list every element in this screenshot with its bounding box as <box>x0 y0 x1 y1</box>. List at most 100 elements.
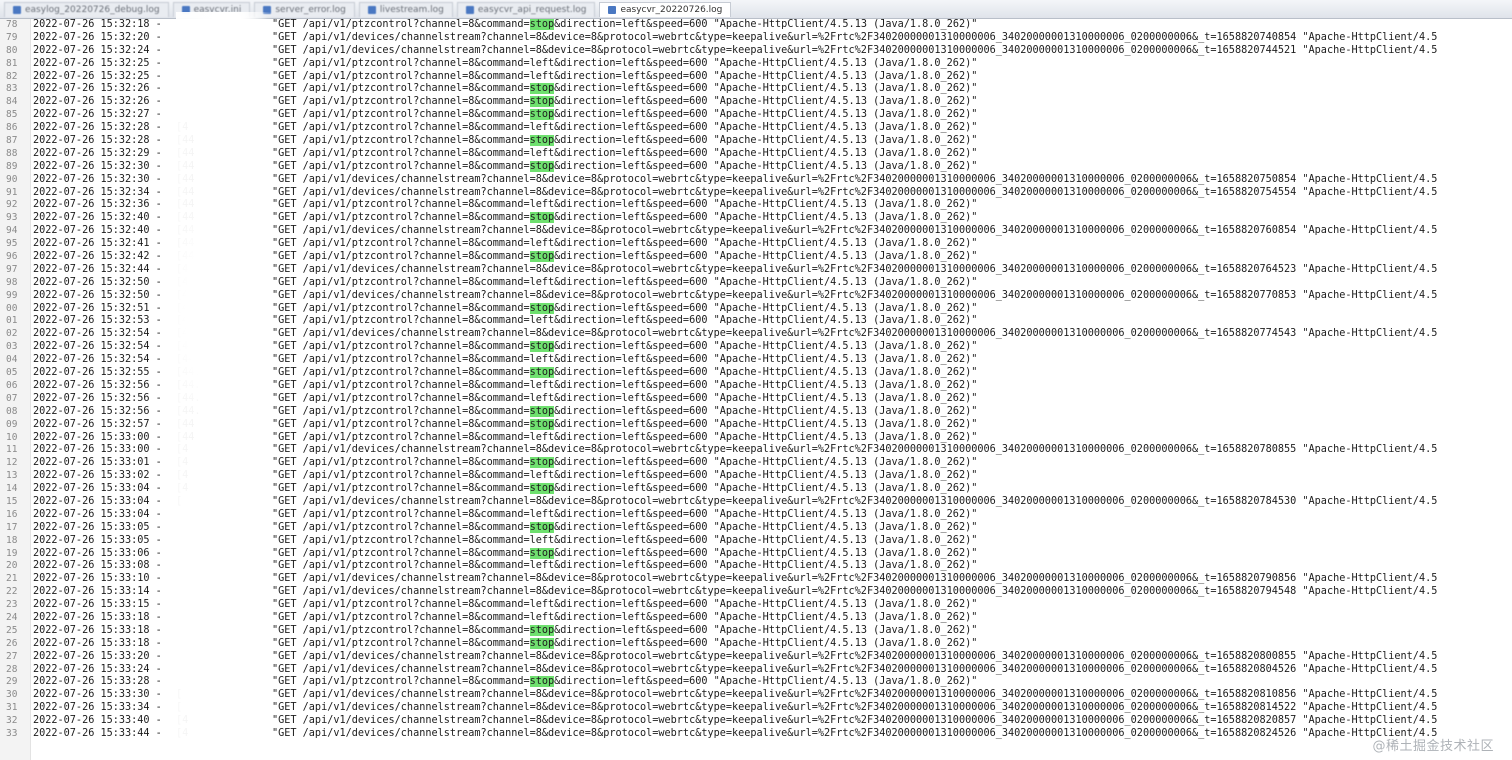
log-line[interactable]: 81 2022-07-26 15:32:25 - "GET /api/v1/ptzc… <box>0 58 1512 71</box>
log-line[interactable]: 15 2022-07-26 15:33:04 - ["GET /api/v1/dev… <box>0 496 1512 509</box>
request-text: "GET /api/v1/devices/channelstream?chann… <box>272 663 1438 675</box>
log-line[interactable]: 16 2022-07-26 15:33:04 - "GET /api/v1/ptzc… <box>0 509 1512 522</box>
log-request: "GET /api/v1/ptzcontrol?channel=8&comman… <box>272 393 977 406</box>
log-line[interactable]: 14 2022-07-26 15:33:04 - [4 "GET /api/v1/pt… <box>0 483 1512 496</box>
search-highlight: stop <box>529 109 555 121</box>
log-line[interactable]: 33 2022-07-26 15:33:44 - [4 "GET /api/v1/de… <box>0 728 1512 741</box>
log-line[interactable]: 13 2022-07-26 15:33:02 - [4 "GET /api/v1/pt… <box>0 470 1512 483</box>
log-line[interactable]: 05 2022-07-26 15:32:55 - [44. "GET /api/v1/… <box>0 367 1512 380</box>
log-line[interactable]: 24 2022-07-26 15:33:18 - "GET /api/v1/ptzc… <box>0 612 1512 625</box>
log-timestamp: 2022-07-26 15:32:50 - <box>33 289 162 301</box>
log-line[interactable]: 06 2022-07-26 15:32:56 - [44. "GET /api/v1/… <box>0 380 1512 393</box>
tab-1[interactable]: easycvr.ini <box>172 1 251 17</box>
search-highlight: stop <box>529 135 555 147</box>
watermark: @稀土掘金技术社区 <box>1372 739 1494 754</box>
log-line[interactable]: 94 2022-07-26 15:32:40 - [44 "GET /api/v1/d… <box>0 225 1512 238</box>
log-line[interactable]: 02 2022-07-26 15:32:54 - [4 "GET /api/v1/de… <box>0 328 1512 341</box>
log-line[interactable]: 88 2022-07-26 15:32:29 - [44 "GET /api/v1/p… <box>0 148 1512 161</box>
request-text-rest: &direction=left&speed=600 "Apache-HttpCl… <box>554 96 978 108</box>
line-number: 93 <box>6 212 18 224</box>
file-icon <box>465 5 474 14</box>
log-line[interactable]: 86 2022-07-26 15:32:28 - [4 "GET /api/v1/pt… <box>0 122 1512 135</box>
log-line[interactable]: 30 2022-07-26 15:33:30 - ["GET /api/v1/dev… <box>0 689 1512 702</box>
log-line[interactable]: 07 2022-07-26 15:32:56 - [44. "GET /api/v1/… <box>0 393 1512 406</box>
search-highlight: stop <box>529 251 555 263</box>
request-text: "GET /api/v1/devices/channelstream?chann… <box>272 328 1438 340</box>
log-line[interactable]: 78 2022-07-26 15:32:18 - "GET /api/v1/ptzc… <box>0 19 1512 32</box>
request-text: "GET /api/v1/ptzcontrol?channel=8&comman… <box>272 624 530 636</box>
search-highlight: stop <box>529 418 555 430</box>
log-request: "GET /api/v1/ptzcontrol?channel=8&comman… <box>272 457 977 470</box>
log-line[interactable]: 00 2022-07-26 15:32:51 - [4 "GET /api/v1/pt… <box>0 302 1512 316</box>
log-line[interactable]: 18 2022-07-26 15:33:05 - "GET /api/v1/ptzc… <box>0 535 1512 548</box>
log-line[interactable]: 12 2022-07-26 15:33:01 - [4 "GET /api/v1/pt… <box>0 457 1512 470</box>
request-text-rest: &direction=left&speed=600 "Apache-HttpCl… <box>554 676 978 688</box>
request-text: "GET /api/v1/devices/channelstream?chann… <box>272 44 1438 56</box>
log-line[interactable]: 82 2022-07-26 15:32:25 - "GET /api/v1/ptzc… <box>0 71 1512 84</box>
log-client-ip: [44 <box>176 418 195 430</box>
log-line[interactable]: 11 2022-07-26 15:33:00 - [4 "GET /api/v1/de… <box>0 444 1512 457</box>
log-request: "GET /api/v1/ptzcontrol?channel=8&comman… <box>272 418 977 432</box>
log-line[interactable]: 93 2022-07-26 15:32:40 - [44 "GET /api/v1/p… <box>0 212 1512 225</box>
tab-3[interactable]: livestream.log <box>358 1 453 17</box>
log-line[interactable]: 26 2022-07-26 15:33:18 - "GET /api/v1/ptzc… <box>0 637 1512 651</box>
log-line[interactable]: 85 2022-07-26 15:32:27 - "GET /api/v1/ptzc… <box>0 109 1512 122</box>
log-request: "GET /api/v1/ptzcontrol?channel=8&comman… <box>272 612 977 625</box>
log-line[interactable]: 92 2022-07-26 15:32:36 - [44 "GET /api/v1/p… <box>0 199 1512 212</box>
log-line[interactable]: 80 2022-07-26 15:32:24 - "GET /api/v1/devi… <box>0 45 1512 58</box>
line-number: 31 <box>6 702 18 714</box>
log-line[interactable]: 84 2022-07-26 15:32:26 - "GET /api/v1/ptzc… <box>0 96 1512 109</box>
line-number: 83 <box>6 83 18 95</box>
log-line[interactable]: 96 2022-07-26 15:32:42 - [44 "GET /api/v1/p… <box>0 251 1512 264</box>
log-timestamp: 2022-07-26 15:32:18 - <box>33 19 162 30</box>
log-client-ip: [4 <box>176 444 189 456</box>
log-line[interactable]: 99 2022-07-26 15:32:50 - [4 "GET /api/v1/de… <box>0 290 1512 303</box>
line-number: 04 <box>6 354 18 366</box>
log-line[interactable]: 19 2022-07-26 15:33:06 - "GET /api/v1/ptzc… <box>0 547 1512 561</box>
log-line[interactable]: 32 2022-07-26 15:33:40 - [4 "GET /api/v1/de… <box>0 715 1512 728</box>
log-line[interactable]: 03 2022-07-26 15:32:54 - [44. "GET /api/v1/… <box>0 341 1512 354</box>
tab-5-active[interactable]: easycvr_20220726.log <box>599 1 732 17</box>
search-highlight: stop <box>529 521 555 533</box>
log-line[interactable]: 87 2022-07-26 15:32:28 - [44 "GET /api/v1/p… <box>0 135 1512 148</box>
request-text: "GET /api/v1/ptzcontrol?channel=8&comman… <box>272 212 530 224</box>
log-line[interactable]: 25 2022-07-26 15:33:18 - "GET /api/v1/ptzc… <box>0 624 1512 638</box>
log-line[interactable]: 89 2022-07-26 15:32:30 - [44 "GET /api/v1/p… <box>0 160 1512 174</box>
log-line[interactable]: 21 2022-07-26 15:33:10 - "GET /api/v1/devi… <box>0 573 1512 586</box>
log-client-ip: [4 <box>176 315 189 327</box>
tab-4[interactable]: easycvr_api_request.log <box>456 1 596 17</box>
log-line[interactable]: 28 2022-07-26 15:33:24 - "GET /api/v1/devi… <box>0 664 1512 677</box>
log-request: "GET /api/v1/ptzcontrol?channel=8&comman… <box>272 199 977 212</box>
log-line[interactable]: 83 2022-07-26 15:32:26 - "GET /api/v1/ptzc… <box>0 83 1512 96</box>
log-line[interactable]: 98 2022-07-26 15:32:50 - [4 "GET /api/v1/pt… <box>0 277 1512 290</box>
log-text-area[interactable]: 78 2022-07-26 15:32:18 - "GET /api/v1/ptzc… <box>0 19 1512 741</box>
log-line[interactable]: 27 2022-07-26 15:33:20 - "GET /api/v1/devi… <box>0 651 1512 664</box>
log-line[interactable]: 79 2022-07-26 15:32:20 - "GET /api/v1/devi… <box>0 32 1512 45</box>
log-line[interactable]: 20 2022-07-26 15:33:08 - "GET /api/v1/ptzc… <box>0 560 1512 573</box>
request-text-rest: &direction=left&speed=600 "Apache-HttpCl… <box>554 251 978 263</box>
log-client-ip: [44. <box>176 341 201 353</box>
log-line[interactable]: 91 2022-07-26 15:32:34 - [44 "GET /api/v1/d… <box>0 187 1512 200</box>
log-line[interactable]: 04 2022-07-26 15:32:54 - [44. "GET /api/v1/… <box>0 354 1512 367</box>
log-line[interactable]: 17 2022-07-26 15:33:05 - "GET /api/v1/ptzc… <box>0 521 1512 535</box>
log-line[interactable]: 90 2022-07-26 15:32:30 - [44 "GET /api/v1/d… <box>0 174 1512 187</box>
log-line[interactable]: 10 2022-07-26 15:33:00 - [44 "GET /api/v1/p… <box>0 432 1512 445</box>
log-timestamp: 2022-07-26 15:32:57 - <box>33 418 162 430</box>
log-line[interactable]: 01 2022-07-26 15:32:53 - [4 "GET /api/v1/pt… <box>0 315 1512 328</box>
log-request: "GET /api/v1/devices/channelstream?chann… <box>272 32 1437 45</box>
log-line[interactable]: 08 2022-07-26 15:32:56 - [44. "GET /api/v1/… <box>0 405 1512 419</box>
log-line[interactable]: 31 2022-07-26 15:33:34 - ["GET /api/v1/dev… <box>0 702 1512 715</box>
log-timestamp: 2022-07-26 15:32:29 - <box>33 147 162 159</box>
log-line[interactable]: 29 2022-07-26 15:33:28 - "GET /api/v1/ptzc… <box>0 676 1512 689</box>
log-request: "GET /api/v1/ptzcontrol?channel=8&comman… <box>272 367 977 380</box>
log-line[interactable]: 23 2022-07-26 15:33:15 - "GET /api/v1/ptzc… <box>0 599 1512 612</box>
log-line[interactable]: 22 2022-07-26 15:33:14 - "GET /api/v1/devi… <box>0 586 1512 599</box>
tab-0[interactable]: easylog_20220726_debug.log <box>4 1 169 17</box>
log-line[interactable]: 97 2022-07-26 15:32:44 - [4 "GET /api/v1/de… <box>0 264 1512 277</box>
log-request: "GET /api/v1/devices/channelstream?chann… <box>272 651 1437 664</box>
log-line[interactable]: 09 2022-07-26 15:32:57 - [44 "GET /api/v1/p… <box>0 418 1512 432</box>
line-number: 00 <box>6 302 18 314</box>
tab-2[interactable]: server_error.log <box>254 1 355 17</box>
line-number: 19 <box>6 547 18 559</box>
log-line[interactable]: 95 2022-07-26 15:32:41 - [44 "GET /api/v1/p… <box>0 238 1512 251</box>
